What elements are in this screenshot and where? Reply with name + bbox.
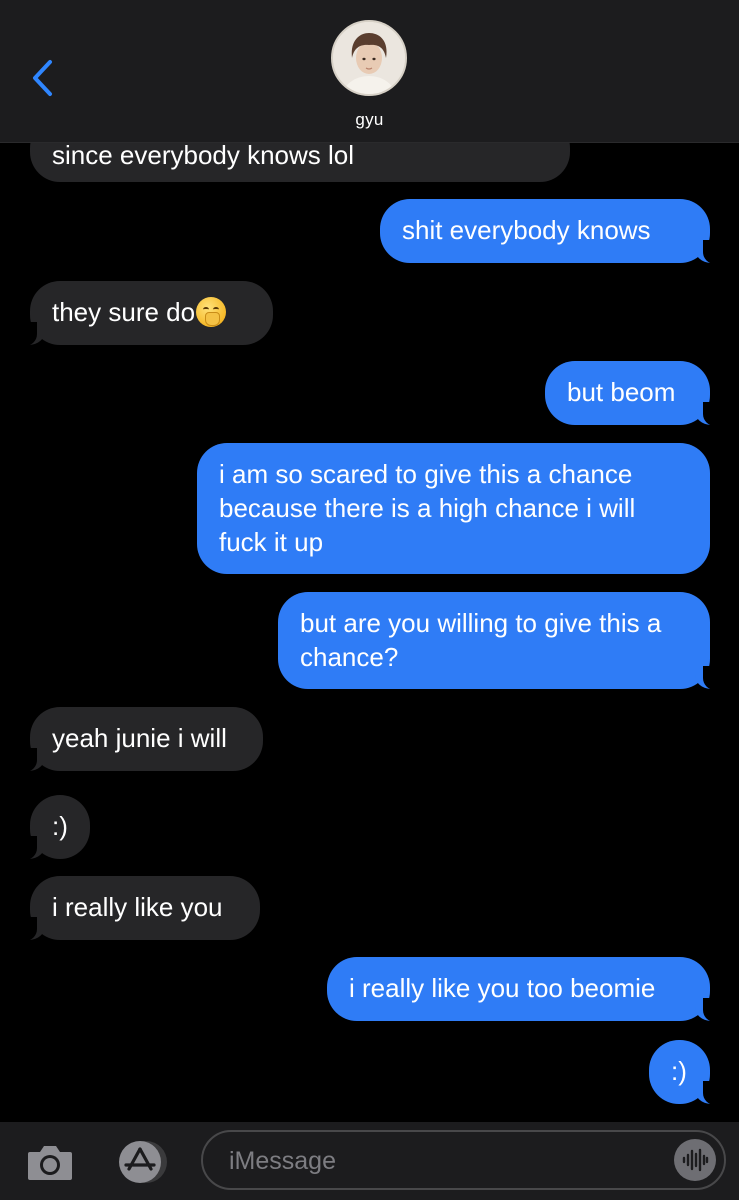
composer-bar (0, 1122, 739, 1200)
message-bubble-incoming[interactable]: :) (11, 795, 90, 860)
message-text: but are you willing to give this a chanc… (300, 608, 662, 672)
camera-icon (28, 1146, 72, 1180)
message-bubble-incoming[interactable]: they sure do (11, 281, 273, 346)
message-bubble-incoming[interactable]: yeah junie i will (11, 707, 263, 772)
message-input-wrapper (201, 1130, 726, 1190)
message-bubble-outgoing[interactable]: i really like you too beomie (327, 957, 729, 1022)
message-text: but beom (567, 377, 676, 407)
audio-message-button[interactable] (674, 1139, 716, 1181)
message-bubble-outgoing[interactable]: :) (649, 1040, 729, 1105)
message-text: shit everybody knows (402, 215, 651, 245)
message-text: i really like you (52, 892, 223, 922)
message-text: :) (52, 811, 68, 841)
camera-button[interactable] (26, 1142, 74, 1182)
contact-name[interactable]: gyu (0, 110, 739, 130)
hand-over-mouth-emoji (196, 297, 227, 327)
chevron-left-icon (33, 60, 52, 96)
message-text: they sure do (52, 297, 196, 327)
message-bubble-incoming[interactable]: i really like you (11, 876, 260, 941)
app-store-icon (119, 1141, 167, 1183)
app-store-button[interactable] (112, 1138, 172, 1186)
message-bubble-outgoing[interactable]: shit everybody knows (380, 199, 729, 264)
message-bubble-outgoing[interactable]: i am so scared to give this a chance bec… (197, 443, 710, 574)
message-bubble-outgoing[interactable]: but are you willing to give this a chanc… (278, 592, 729, 690)
message-text: yeah junie i will (52, 723, 227, 753)
message-text: :) (671, 1056, 687, 1086)
messages-screen: since everybody knows lol shit everybody… (0, 0, 739, 1200)
message-text: since everybody knows lol (52, 140, 355, 170)
message-bubble-outgoing[interactable]: but beom (545, 361, 729, 426)
back-button[interactable] (22, 52, 62, 104)
contact-avatar[interactable] (331, 20, 407, 96)
audio-waveform-icon (682, 1148, 709, 1172)
message-text: i am so scared to give this a chance bec… (219, 459, 636, 557)
message-text: i really like you too beomie (349, 973, 656, 1003)
message-input[interactable] (227, 1140, 651, 1182)
conversation-header: gyu (0, 0, 739, 143)
contact-photo (333, 22, 405, 94)
